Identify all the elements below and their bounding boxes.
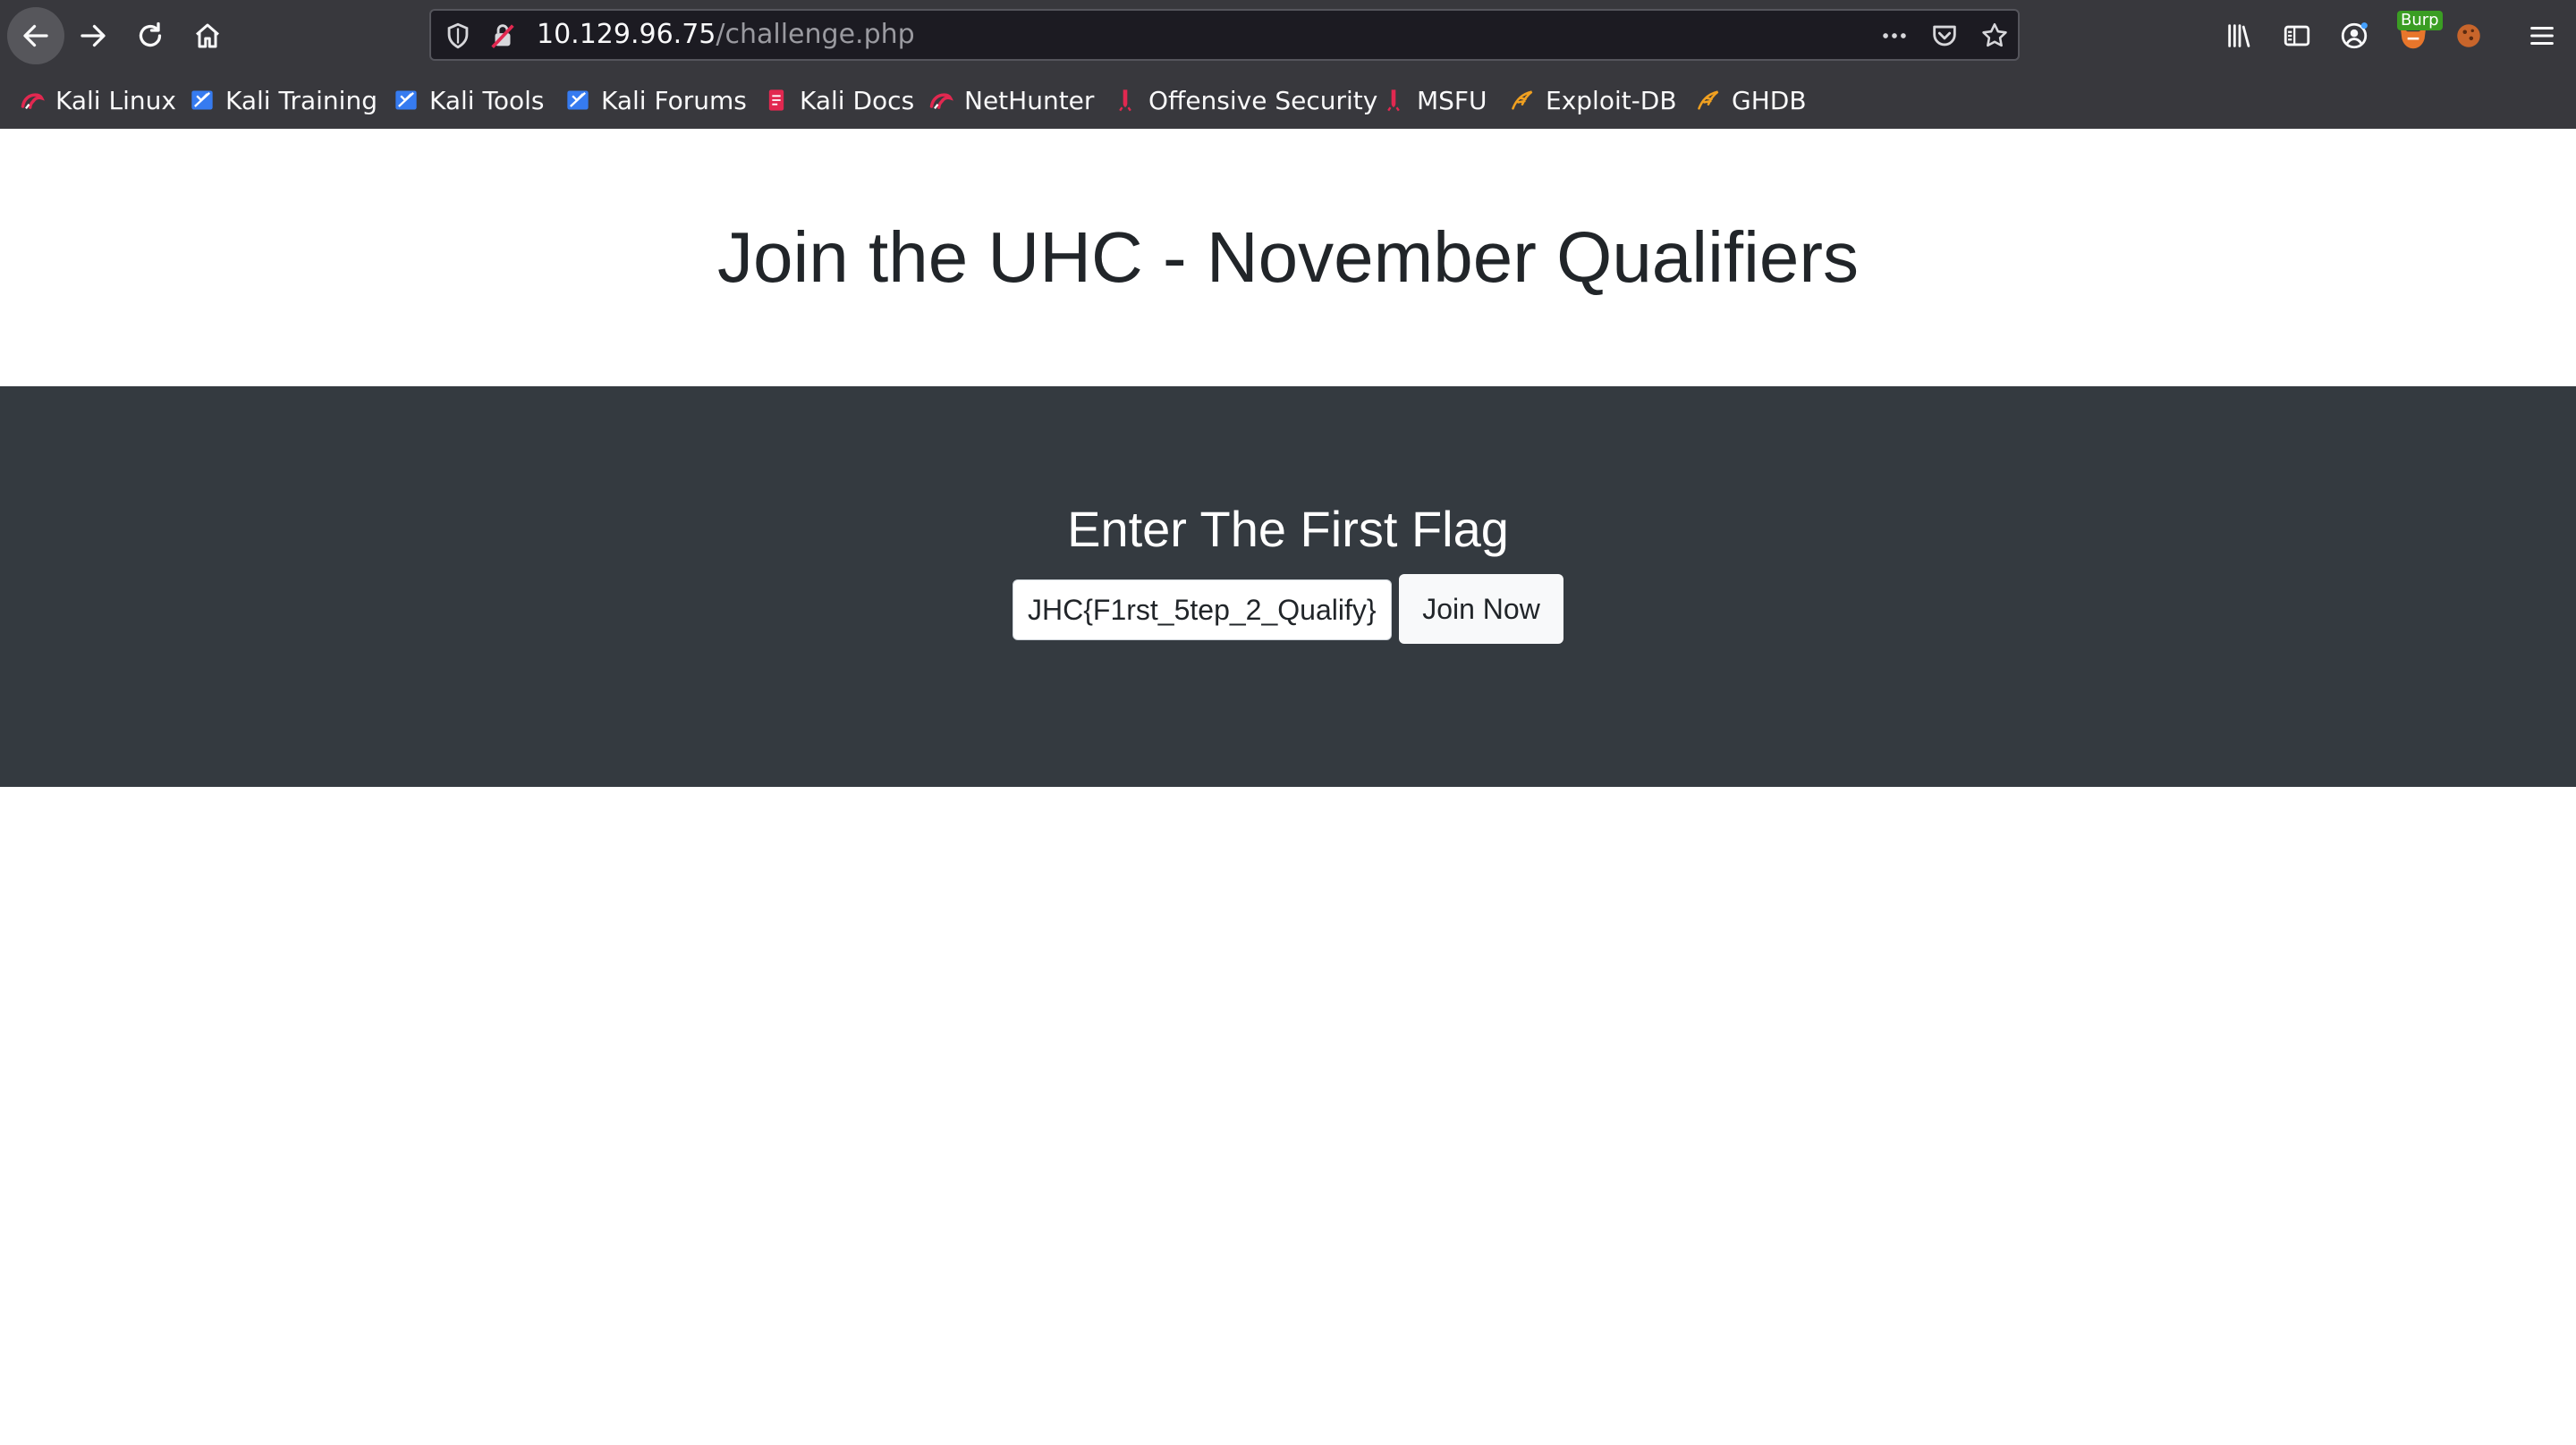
url-text[interactable]: 10.129.96.75/challenge.php (537, 11, 915, 59)
shield-icon[interactable] (442, 20, 474, 52)
kali-forums-icon (565, 88, 590, 113)
bookmark-label: Kali Forums (601, 85, 747, 115)
bookmarks-toolbar: Kali Linux Kali Training Kali Tools Kali… (0, 79, 2576, 122)
hero-heading: Enter The First Flag (1067, 501, 1509, 557)
bookmark-label: Kali Docs (800, 85, 915, 115)
reload-icon (139, 21, 162, 47)
ghdb-icon (1696, 88, 1721, 113)
reload-button[interactable] (122, 7, 179, 64)
arrow-left-icon (23, 24, 48, 47)
bookmark-label: Kali Linux (55, 85, 176, 115)
kali-dragon-icon (20, 88, 45, 113)
insecure-lock-icon[interactable] (487, 20, 519, 52)
bookmark-kali-training[interactable]: Kali Training (190, 79, 377, 122)
bookmark-nethunter[interactable]: NetHunter (928, 79, 1094, 122)
account-icon[interactable] (2336, 18, 2372, 54)
library-icon[interactable] (2222, 18, 2258, 54)
sidebar-icon[interactable] (2279, 18, 2315, 54)
bookmark-label: Kali Training (225, 85, 377, 115)
bookmark-label: NetHunter (964, 85, 1095, 115)
join-now-button[interactable]: Join Now (1399, 574, 1563, 644)
nav-toolbar: 10.129.96.75/challenge.php Burp (0, 0, 2576, 72)
bookmark-kali-tools[interactable]: Kali Tools (394, 79, 544, 122)
browser-chrome: 10.129.96.75/challenge.php Burp Kali Lin… (0, 0, 2576, 129)
flag-hero-section: Enter The First Flag Join Now (0, 386, 2576, 787)
bookmark-label: Offensive Security (1148, 85, 1378, 115)
url-path: /challenge.php (716, 19, 915, 50)
back-button[interactable] (7, 7, 64, 64)
msfu-icon (1381, 88, 1406, 113)
bookmark-kali-docs[interactable]: Kali Docs (764, 79, 914, 122)
arrow-right-icon (80, 24, 106, 47)
bookmark-msfu[interactable]: MSFU (1381, 79, 1487, 122)
exploit-db-icon (1510, 88, 1535, 113)
page-actions-icon[interactable] (1878, 20, 1911, 52)
forward-button[interactable] (64, 7, 122, 64)
bookmark-kali-linux[interactable]: Kali Linux (20, 79, 176, 122)
hamburger-menu-icon[interactable] (2524, 18, 2560, 54)
flag-input[interactable] (1013, 579, 1392, 640)
home-icon (196, 23, 219, 48)
home-button[interactable] (179, 7, 236, 64)
bookmark-kali-forums[interactable]: Kali Forums (565, 79, 747, 122)
kali-docs-icon (764, 88, 789, 113)
burp-badge: Burp (2397, 11, 2443, 30)
pocket-icon[interactable] (1928, 20, 1961, 52)
bookmark-label: GHDB (1732, 85, 1807, 115)
cookie-extension-icon[interactable] (2451, 18, 2487, 54)
url-host: 10.129.96.75 (537, 19, 716, 50)
bookmark-exploit-db[interactable]: Exploit-DB (1510, 79, 1677, 122)
bookmark-offensive-security[interactable]: Offensive Security (1113, 79, 1377, 122)
nethunter-icon (928, 88, 953, 113)
bookmark-ghdb[interactable]: GHDB (1696, 79, 1807, 122)
offsec-icon (1113, 88, 1138, 113)
kali-training-icon (190, 88, 215, 113)
bookmark-star-icon[interactable] (1979, 20, 2011, 52)
url-bar[interactable]: 10.129.96.75/challenge.php (429, 9, 2020, 61)
bookmark-label: Kali Tools (429, 85, 545, 115)
bookmark-label: Exploit-DB (1546, 85, 1677, 115)
bookmark-label: MSFU (1417, 85, 1487, 115)
page-title: Join the UHC - November Qualifiers (717, 217, 1859, 297)
kali-tools-icon (394, 88, 419, 113)
